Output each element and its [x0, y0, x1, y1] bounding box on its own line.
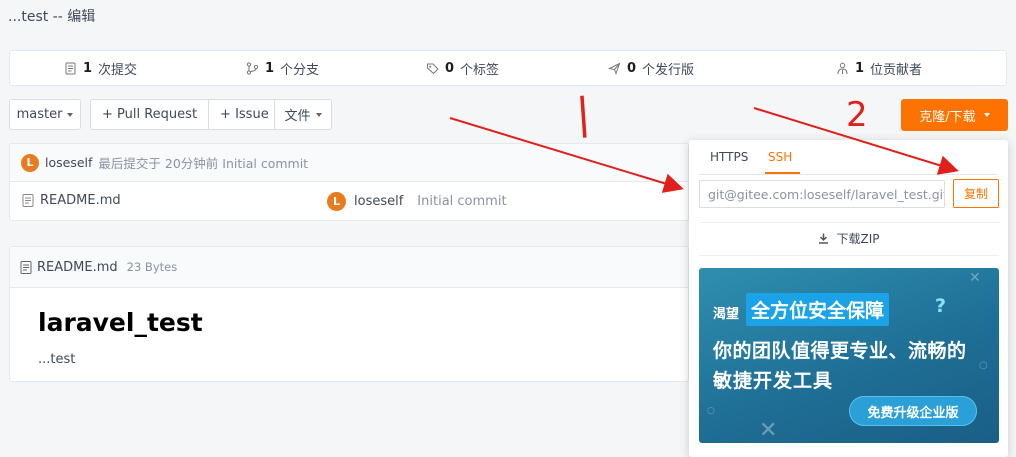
branch-name: master [16, 107, 63, 122]
active-tab-indicator [765, 172, 800, 174]
banner-question-mark: ? [935, 295, 947, 317]
branches-count: 1 [265, 60, 275, 76]
decor-dot-icon: ○ [979, 360, 988, 371]
decor-cross-icon: ✕ [759, 418, 778, 443]
readme-header: README.md 23 Bytes [10, 247, 688, 288]
download-zip-link[interactable]: 下载ZIP [689, 230, 1008, 247]
releases-count: 0 [627, 60, 637, 76]
commits-label: 次提交 [98, 62, 138, 78]
banner-line-3: 敏捷开发工具 [713, 370, 834, 392]
decor-cross-icon: ✕ [969, 270, 981, 286]
readme-title: laravel_test [38, 308, 203, 337]
file-link[interactable]: README.md [22, 193, 121, 208]
decor-dot-icon: ○ [707, 406, 715, 416]
branches-stat[interactable]: 1 个分支 [246, 51, 319, 85]
avatar[interactable]: L [21, 153, 39, 172]
readme-panel: README.md 23 Bytes laravel_test ...test [9, 246, 689, 382]
chevron-down-icon [983, 113, 990, 117]
upgrade-button[interactable]: 免费升级企业版 [849, 396, 977, 426]
download-icon [818, 233, 828, 244]
divider [699, 222, 999, 223]
clone-download-label: 克隆/下载 [919, 109, 976, 125]
branch-icon [246, 61, 259, 75]
commit-icon [65, 62, 76, 74]
clone-url-input[interactable]: git@gitee.com:loseself/laravel_test.git [699, 180, 945, 208]
commits-count: 1 [83, 60, 93, 76]
download-zip-label: 下载ZIP [836, 232, 880, 246]
tab-ssh[interactable]: SSH [768, 150, 792, 164]
copy-button[interactable]: 复制 [953, 179, 999, 208]
tags-label: 个标签 [460, 62, 500, 78]
tag-icon [427, 63, 439, 74]
file-name: README.md [40, 193, 121, 208]
annotation-mark-2: 2 [846, 95, 868, 135]
contributors-label: 位贡献者 [870, 62, 923, 78]
clone-popup: HTTPS SSH git@gitee.com:loseself/laravel… [689, 140, 1008, 457]
tab-https[interactable]: HTTPS [710, 150, 748, 164]
issue-button[interactable]: + Issue [208, 100, 280, 129]
table-row: README.md L loseself Initial commit [10, 182, 688, 221]
contributors-stat[interactable]: 1 位贡献者 [836, 51, 922, 85]
repo-description: ...test -- 编辑 [8, 9, 96, 25]
file-commit-author[interactable]: loseself [354, 194, 403, 209]
readme-size: 23 Bytes [126, 260, 178, 274]
banner-line-2: 你的团队值得更专业、流畅的 [713, 340, 967, 362]
annotation-mark-1: | [574, 88, 592, 138]
file-icon [20, 260, 32, 274]
contributors-count: 1 [855, 60, 865, 76]
pr-issue-group: + Pull Request + Issue [90, 99, 281, 130]
divider [699, 255, 999, 256]
releases-label: 个发行版 [642, 62, 695, 78]
file-commit-message[interactable]: Initial commit [417, 194, 506, 209]
releases-stat[interactable]: 0 个发行版 [608, 51, 694, 85]
last-commit-bar: L loseself 最后提交于 20分钟前 Initial commit [10, 144, 688, 182]
file-menu-label: 文件 [284, 109, 311, 124]
repo-stats-bar: 1 次提交 1 个分支 0 个标签 0 个发行版 1 位贡献者 [9, 50, 1007, 86]
chevron-down-icon [67, 112, 74, 117]
branches-label: 个分支 [280, 62, 320, 78]
file-list: L loseself 最后提交于 20分钟前 Initial commit RE… [9, 143, 689, 221]
pull-request-button[interactable]: + Pull Request [91, 100, 208, 129]
enterprise-upgrade-banner[interactable]: ✕ ✕ ○ ○ 渴望 全方位安全保障 ? 你的团队值得更专业、流畅的 敏捷开发工… [699, 268, 999, 443]
commit-author[interactable]: loseself [45, 155, 92, 170]
file-menu-button[interactable]: 文件 [274, 99, 332, 130]
banner-highlight: 全方位安全保障 [746, 293, 890, 326]
release-icon [608, 62, 621, 75]
file-last-commit: L loseself Initial commit [327, 192, 507, 211]
clone-tabs: HTTPS SSH [698, 140, 998, 175]
tags-count: 0 [445, 60, 455, 76]
commit-summary[interactable]: 最后提交于 20分钟前 Initial commit [98, 153, 308, 172]
branch-select[interactable]: master [9, 99, 81, 130]
commits-stat[interactable]: 1 次提交 [64, 51, 137, 85]
readme-filename: README.md [37, 259, 118, 275]
avatar[interactable]: L [327, 192, 346, 211]
banner-small-text: 渴望 [713, 307, 740, 322]
file-icon [22, 194, 34, 207]
chevron-down-icon [315, 112, 322, 117]
tags-stat[interactable]: 0 个标签 [426, 51, 499, 85]
contributors-icon [837, 62, 848, 74]
clone-download-button[interactable]: 克隆/下载 [901, 99, 1008, 131]
readme-body: ...test [38, 352, 76, 367]
